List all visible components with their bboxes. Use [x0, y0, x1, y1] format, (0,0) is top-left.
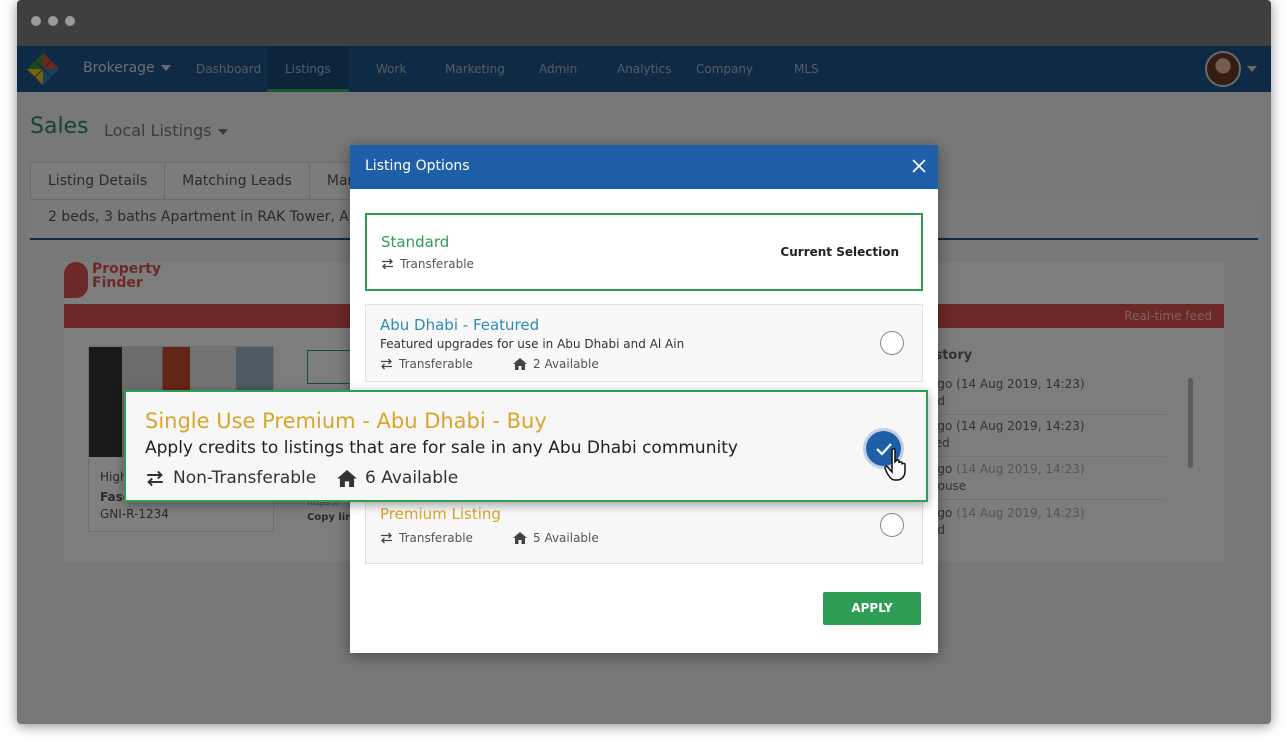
option-abu-dhabi-featured[interactable]: Abu Dhabi - Featured Featured upgrades f… — [365, 304, 923, 382]
option-transfer: Transferable — [380, 531, 473, 545]
window-titlebar — [17, 0, 1271, 46]
option-name: Premium Listing — [380, 505, 501, 523]
option-transfer: Transferable — [381, 257, 474, 271]
transfer-label: Transferable — [400, 257, 474, 271]
option-availability: 2 Available — [513, 357, 599, 371]
swap-arrows-icon — [145, 470, 165, 487]
close-icon[interactable] — [912, 159, 926, 173]
option-radio[interactable] — [880, 513, 904, 537]
transfer-label: Transferable — [399, 357, 473, 371]
highlight-option-availability: 6 Available — [337, 468, 458, 488]
current-selection-label: Current Selection — [780, 245, 899, 259]
swap-arrows-icon — [380, 532, 393, 544]
swap-arrows-icon — [380, 358, 393, 370]
window-minimize-dot[interactable] — [48, 16, 58, 26]
modal-header: Listing Options — [350, 145, 938, 189]
option-transfer: Transferable — [380, 357, 473, 371]
option-name: Standard — [381, 233, 449, 251]
option-standard[interactable]: Standard Transferable Current Selection — [365, 213, 923, 291]
highlight-option-transfer: Non-Transferable — [145, 468, 316, 488]
highlight-transfer-label: Non-Transferable — [173, 468, 316, 488]
option-single-use-premium-highlight[interactable]: Single Use Premium - Abu Dhabi - Buy App… — [124, 390, 928, 502]
option-availability: 5 Available — [513, 531, 599, 545]
highlight-availability-label: 6 Available — [365, 468, 458, 488]
transfer-label: Transferable — [399, 531, 473, 545]
option-name: Abu Dhabi - Featured — [380, 316, 539, 334]
window-close-dot[interactable] — [31, 16, 41, 26]
home-icon — [513, 532, 527, 544]
apply-button[interactable]: APPLY — [823, 592, 921, 625]
home-icon — [513, 358, 527, 370]
home-icon — [337, 470, 357, 487]
highlight-option-description: Apply credits to listings that are for s… — [145, 438, 738, 458]
swap-arrows-icon — [381, 258, 394, 270]
window-maximize-dot[interactable] — [65, 16, 75, 26]
availability-label: 2 Available — [533, 357, 599, 371]
option-description: Featured upgrades for use in Abu Dhabi a… — [380, 337, 684, 351]
modal-title: Listing Options — [365, 158, 470, 174]
availability-label: 5 Available — [533, 531, 599, 545]
hand-pointer-icon — [884, 448, 914, 482]
highlight-option-name: Single Use Premium - Abu Dhabi - Buy — [145, 409, 547, 433]
option-radio[interactable] — [880, 331, 904, 355]
